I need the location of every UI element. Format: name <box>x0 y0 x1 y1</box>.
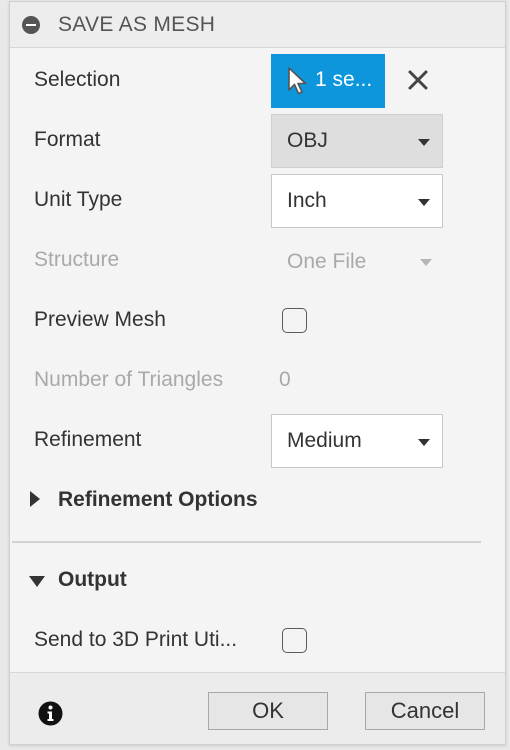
save-as-mesh-dialog: SAVE AS MESH Selection 1 se... Format OB… <box>9 1 506 745</box>
info-icon[interactable] <box>38 701 63 726</box>
format-value: OBJ <box>287 129 328 152</box>
collapse-output-icon[interactable] <box>29 576 45 587</box>
cancel-button[interactable]: Cancel <box>365 692 485 730</box>
unit-type-label: Unit Type <box>34 188 123 211</box>
chevron-down-icon <box>418 199 430 206</box>
refinement-select[interactable]: Medium <box>271 414 443 468</box>
section-divider <box>12 541 481 543</box>
cursor-icon <box>288 67 307 95</box>
dialog-footer: OK Cancel <box>10 672 505 744</box>
send-to-print-checkbox[interactable] <box>282 628 307 653</box>
preview-mesh-checkbox[interactable] <box>282 308 307 333</box>
expand-refinement-options-icon[interactable] <box>30 491 40 507</box>
selection-label: Selection <box>34 68 121 91</box>
format-label: Format <box>34 128 101 151</box>
chevron-down-icon <box>418 439 430 446</box>
dialog-titlebar[interactable]: SAVE AS MESH <box>10 2 505 48</box>
chevron-down-icon <box>418 139 430 146</box>
triangles-value: 0 <box>279 368 291 391</box>
send-to-print-label: Send to 3D Print Uti... <box>34 628 238 651</box>
ok-button[interactable]: OK <box>208 692 328 730</box>
refinement-options-header[interactable]: Refinement Options <box>58 488 258 512</box>
triangles-label: Number of Triangles <box>34 368 224 391</box>
structure-label: Structure <box>34 248 120 271</box>
unit-type-select[interactable]: Inch <box>271 174 443 228</box>
clear-selection-icon[interactable] <box>407 69 429 91</box>
unit-type-value: Inch <box>287 189 327 212</box>
dialog-title: SAVE AS MESH <box>58 13 216 36</box>
refinement-label: Refinement <box>34 428 142 451</box>
collapse-icon[interactable] <box>22 16 40 34</box>
structure-select: One File <box>287 250 367 273</box>
output-header[interactable]: Output <box>58 568 127 592</box>
refinement-value: Medium <box>287 429 362 452</box>
preview-mesh-label: Preview Mesh <box>34 308 166 331</box>
selection-button[interactable]: 1 se... <box>271 54 385 108</box>
chevron-down-icon <box>420 259 432 266</box>
format-select[interactable]: OBJ <box>271 114 443 168</box>
selection-value: 1 se... <box>315 68 373 91</box>
